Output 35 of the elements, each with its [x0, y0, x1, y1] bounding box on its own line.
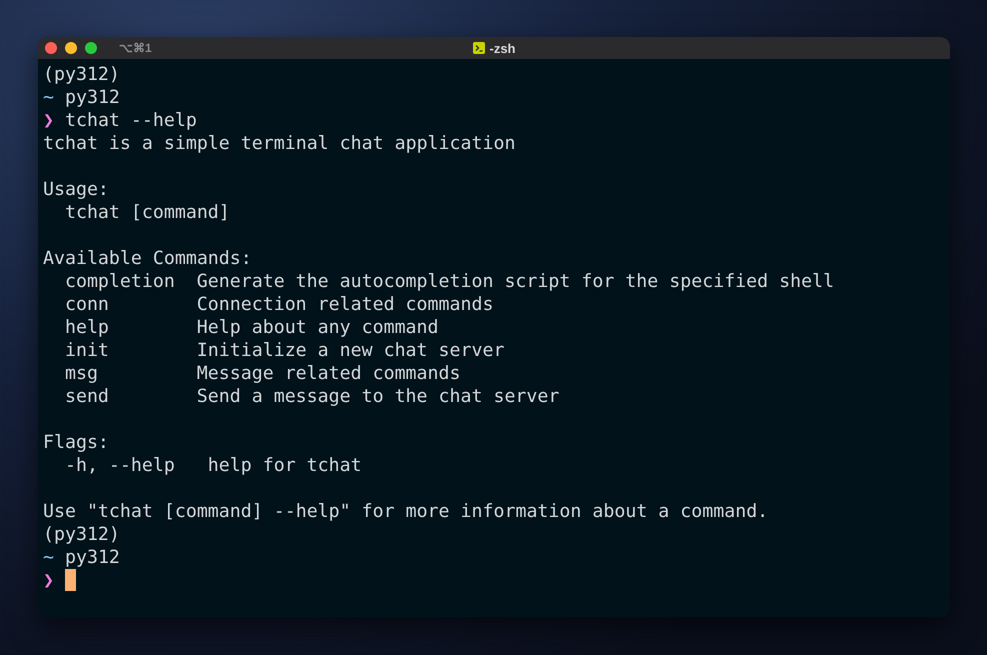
command-name: msg [64, 362, 99, 385]
terminal-icon [472, 42, 484, 54]
output-text: Available Commands: [43, 247, 252, 270]
command-description: Help about any command [196, 316, 439, 339]
output-text: Use "tchat [command] --help" for more information about a command. [43, 500, 768, 523]
output-text: (py312) [43, 63, 120, 86]
home-symbol: ~ [43, 86, 54, 109]
prompt-symbol: ❯ [43, 109, 54, 132]
shortcut-label: ⌥⌘1 [119, 41, 152, 55]
command-name: send [64, 385, 110, 408]
zoom-button[interactable] [85, 42, 97, 54]
directory-text: py312 [64, 546, 120, 569]
command-name: conn [64, 293, 110, 316]
home-symbol: ~ [43, 546, 54, 569]
close-button[interactable] [45, 42, 57, 54]
command-description: Generate the autocompletion script for the specified shell [196, 270, 834, 293]
command-name: init [64, 339, 110, 362]
command-name: completion [64, 270, 175, 293]
command-name: help [64, 316, 110, 339]
window-title: -zsh [490, 40, 516, 56]
command-description: Connection related commands [196, 293, 494, 316]
command-text: tchat --help [64, 109, 197, 132]
command-description: Initialize a new chat server [196, 339, 504, 362]
output-text: Usage: [43, 178, 109, 201]
directory-text: py312 [64, 86, 120, 109]
minimize-button[interactable] [65, 42, 77, 54]
prompt-symbol: ❯ [43, 569, 54, 592]
output-text: (py312) [43, 523, 120, 546]
output-text: tchat is a simple terminal chat application [43, 132, 516, 155]
output-text: Flags: [43, 431, 109, 454]
command-description: Send a message to the chat server [196, 385, 560, 408]
flag-description: help for tchat [208, 454, 362, 477]
flag-name: -h, --help [64, 454, 175, 477]
output-text: tchat [command] [64, 201, 230, 224]
command-description: Message related commands [196, 362, 460, 385]
